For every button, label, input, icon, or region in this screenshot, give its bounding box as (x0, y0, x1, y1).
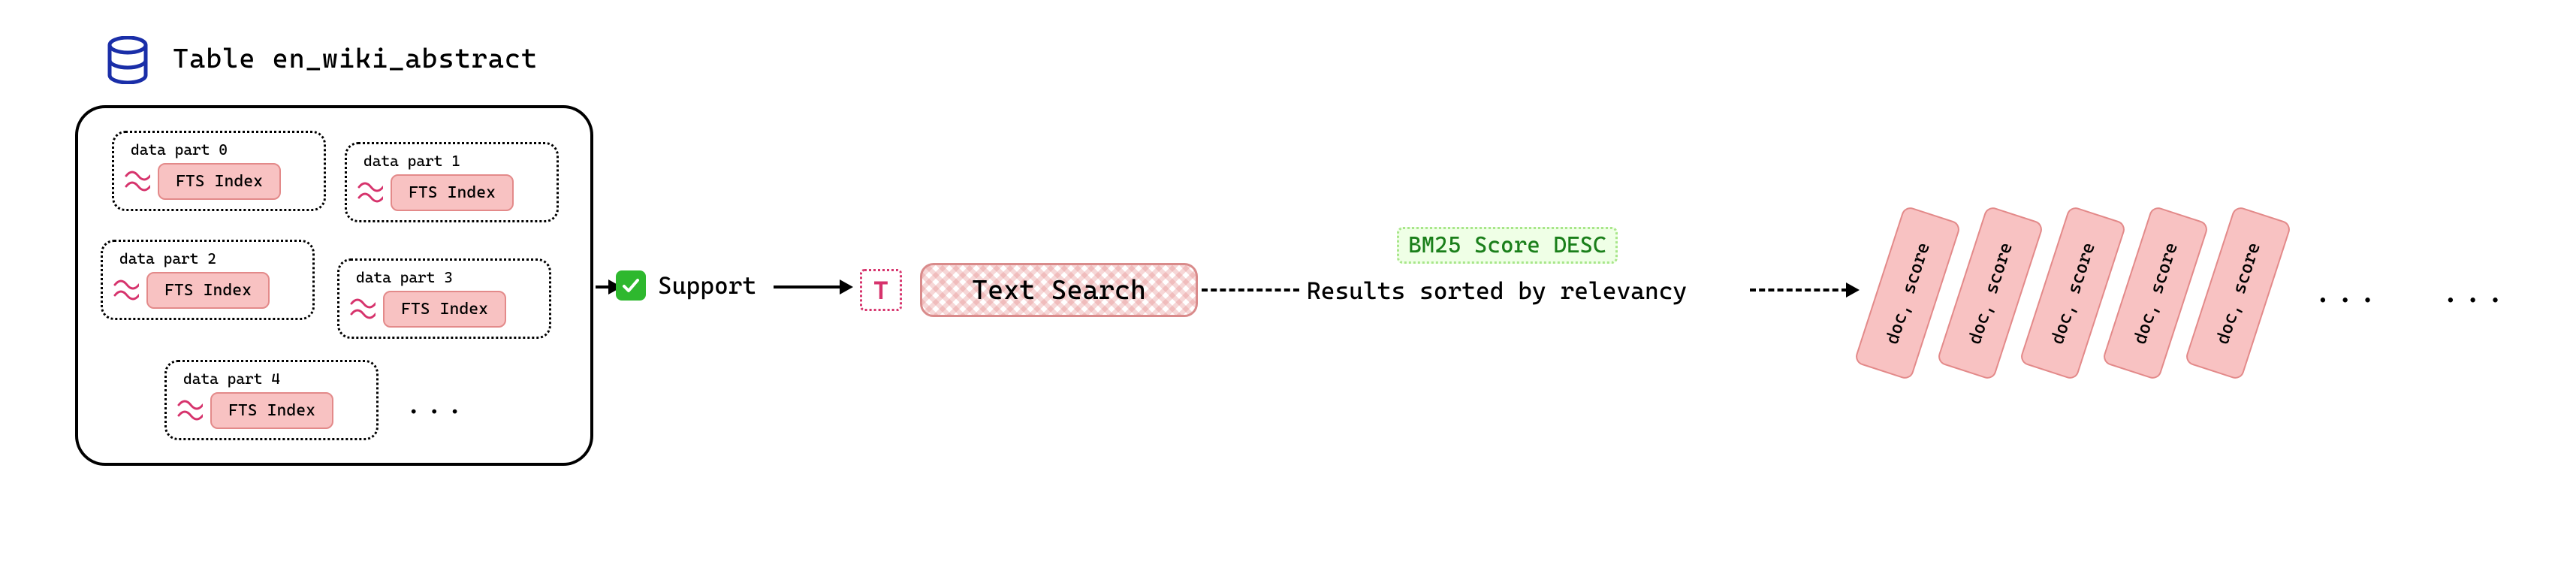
score-card-text: doc, score (1964, 240, 2016, 346)
squiggle-icon (112, 277, 139, 304)
score-card-text: doc, score (1881, 240, 1934, 346)
fts-index-chip: FTS Index (383, 291, 506, 328)
table-box: data part 0 FTS Index data part 1 FTS In… (75, 105, 593, 466)
fts-index-chip: FTS Index (210, 392, 333, 429)
arrow-head-icon (1846, 282, 1860, 298)
data-part: data part 1 FTS Index (345, 142, 559, 222)
ellipsis-icon: ... (2441, 272, 2508, 310)
database-icon (105, 36, 150, 84)
support-label: Support (658, 271, 756, 300)
bm25-score-label: BM25 Score DESC (1397, 227, 1618, 264)
squiggle-icon (123, 168, 150, 195)
score-card-text: doc, score (2212, 240, 2264, 346)
data-part-label: data part 3 (356, 268, 540, 286)
text-search-box: Text Search (920, 263, 1198, 317)
fts-index-chip: FTS Index (391, 174, 514, 211)
data-part-label: data part 0 (131, 140, 315, 159)
data-part: data part 0 FTS Index (112, 131, 326, 211)
fts-index-chip: FTS Index (158, 163, 281, 200)
fts-index-chip: FTS Index (146, 272, 270, 309)
text-type-icon: T (860, 269, 902, 311)
data-part: data part 2 FTS Index (101, 240, 315, 320)
table-title: Table en_wiki_abstract (173, 44, 538, 74)
ellipsis-icon: ... (405, 386, 466, 421)
data-part-label: data part 4 (183, 370, 367, 388)
squiggle-icon (348, 296, 376, 323)
check-icon (616, 270, 646, 301)
score-card-text: doc, score (2047, 240, 2099, 346)
results-label: Results sorted by relevancy (1307, 276, 1687, 305)
ellipsis-icon: ... (2313, 272, 2380, 310)
arrow-dashed-icon (1750, 289, 1848, 292)
arrow-dashed-icon (1202, 289, 1299, 292)
data-part-label: data part 1 (363, 152, 547, 170)
text-search-label: Text Search (972, 275, 1146, 306)
data-part: data part 3 FTS Index (337, 258, 551, 339)
t-letter-icon: T (873, 275, 888, 305)
diagram-canvas: Table en_wiki_abstract data part 0 FTS I… (0, 0, 2576, 574)
score-card-text: doc, score (2129, 240, 2182, 346)
squiggle-icon (356, 180, 383, 207)
squiggle-icon (176, 397, 203, 424)
arrow-icon (774, 285, 841, 289)
data-part: data part 4 FTS Index (164, 360, 379, 440)
support-label-group: Support (616, 270, 756, 301)
arrow-head-icon (840, 279, 853, 295)
data-part-label: data part 2 (119, 249, 303, 267)
